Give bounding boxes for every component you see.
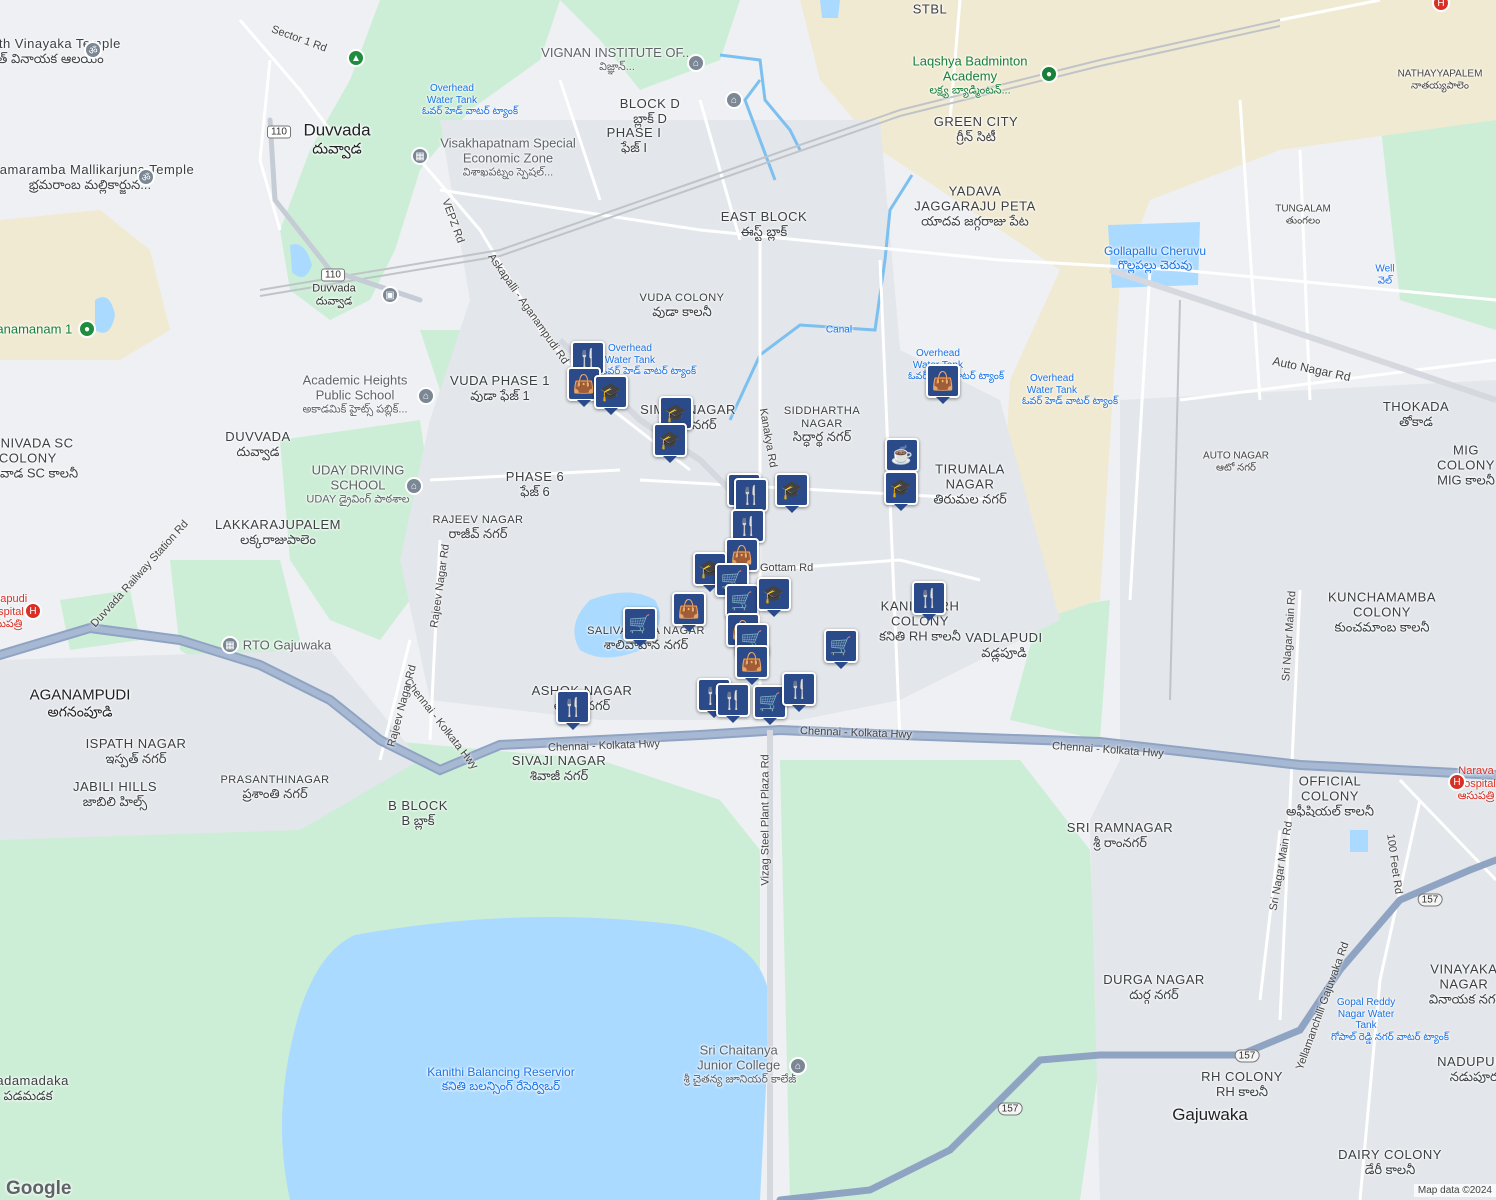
temple-icon[interactable]: ॐ [137,168,155,186]
fork-knife-icon[interactable]: 🍴 [734,478,768,512]
water-tank-label[interactable]: Overhead Water Tankఓవర్ హెడ్ వాటర్ ట్యాం… [1022,373,1118,408]
area-label[interactable]: GREEN CITY గ్రీన్ సిటీ [934,114,1018,145]
area-label[interactable]: ISPATH NAGAR ఇస్పత్ నగర్ [86,736,187,767]
graduation-cap-icon[interactable]: 🎓 [757,577,791,611]
area-label[interactable]: VUDA COLONY వుడా కాలనీ [640,292,725,320]
area-label[interactable]: EAST BLOCK ఈస్ట్ బ్లాక్ [721,209,807,240]
area-label[interactable]: DURGA NAGAR దుర్గ నగర్ [1103,972,1205,1003]
route-shield[interactable]: 110 [267,125,291,139]
station-label[interactable]: Duvvada దువ్వాడ [312,282,355,307]
area-label[interactable]: RH COLONY RH కాలనీ [1201,1069,1283,1100]
area-label[interactable]: NADUPURUనడుపూరు [1437,1054,1496,1085]
road-label[interactable]: Vizag Steel Plant Plaza Rd [760,754,772,885]
tree-icon[interactable]: ▲ [347,49,365,67]
shopping-cart-icon[interactable]: 🛒 [623,607,657,641]
shopping-bag-icon[interactable]: 👜 [735,645,769,679]
shopping-cart-icon[interactable]: 🛒 [824,629,858,663]
google-logo: Google [6,1178,72,1199]
poi-label[interactable]: Visakhapatnam Special Economic Zone విశాఖ… [428,136,588,180]
area-label[interactable]: Bramaramba Mallikarjuna Temple భ్రమరాంబ మ… [0,162,194,193]
poi-label[interactable]: Sri Chaitanya Junior College శ్రీ చైతన్య … [684,1043,797,1087]
area-label[interactable]: TIRUMALA NAGAR తిరుమల నగర్ [925,462,1015,508]
area-label[interactable]: PHASE I ఫేజ్ I [607,125,662,156]
area-label[interactable]: RAJEEV NAGAR రాజీవ్ నగర్ [433,514,524,542]
area-label[interactable]: VADLAPUDI వడ్లపూడి [965,630,1042,661]
school-icon[interactable]: ⌂ [687,54,705,72]
route-shield[interactable]: 157 [997,1102,1023,1116]
poi-label[interactable]: RTO Gajuwaka [243,638,331,654]
area-label[interactable]: MIG COLONY MIG కాలనీ [1437,443,1495,489]
poi-label[interactable]: Academic Heights Public School అకాడమిక్ హ… [290,373,420,417]
area-label[interactable]: SANIVADA SC COLONYసానివాడ SC కాలనీ [0,436,78,482]
graduation-cap-icon[interactable]: 🎓 [775,473,809,507]
route-shield[interactable]: 157 [1234,1049,1260,1063]
park-icon[interactable]: ● [78,320,96,338]
sports-icon[interactable]: ● [1040,65,1058,83]
area-label[interactable]: BLOCK D బ్లాక్ D [620,96,681,127]
area-label[interactable]: AUTO NAGAR ఆటో నగర్ [1203,451,1269,474]
graduation-cap-icon[interactable]: 🎓 [884,471,918,505]
area-label[interactable]: SIDDHARTHA NAGAR సిద్ధార్థ నగర్ [782,405,862,445]
water-tank-label[interactable]: Gopal Reddy Nagar Water Tank గోపాల్ రెడ్డ… [1331,997,1449,1043]
graduation-cap-icon[interactable]: 🎓 [653,423,687,457]
graduation-cap-icon[interactable]: 🎓 [594,375,628,409]
poi-label[interactable]: Laqshya Badminton Academy లక్ష్య బ్యాడ్మి… [900,54,1040,98]
temple-icon[interactable]: ॐ [84,41,102,59]
area-label[interactable]: DUVVADA దువ్వాడ [225,429,290,460]
shopping-bag-icon[interactable]: 👜 [672,592,706,626]
area-label[interactable]: NATHAYYAPALEM నాతయ్యపాలెం [1398,69,1483,92]
train-station-icon[interactable]: ▣ [381,286,399,304]
area-label[interactable]: VUDA PHASE 1 వుడా ఫేజ్ 1 [450,373,550,404]
area-label[interactable]: YADAVA JAGGARAJU PETA యాదవ జగ్గరాజు పేట [910,184,1040,230]
hospital-icon[interactable]: H [24,602,42,620]
canal-label[interactable]: Canal [826,324,852,336]
school-icon[interactable]: ⌂ [725,91,743,109]
poi-label[interactable]: UDAY DRIVING SCHOOL UDAY డ్రైవింగ్ పాఠశాల [298,463,418,507]
area-label[interactable]: KUNCHAMAMBA COLONY కుంచమాంబ కాలనీ [1325,590,1439,636]
area-label[interactable]: SRI RAMNAGAR శ్రీ రాంనగర్ [1067,820,1173,851]
poi-label[interactable]: VIGNAN INSTITUTE OF... విజ్ఞాన్... [541,45,693,74]
map-attribution[interactable]: Map data ©2024 [1413,1184,1496,1197]
area-label[interactable]: Duvvada దువ్వాడ [303,121,370,158]
city-label[interactable]: Gajuwaka [1172,1105,1248,1125]
area-label[interactable]: LAKKARAJUPALEM లక్కరాజుపాలెం [215,517,341,548]
school-icon[interactable]: ⌂ [789,1057,807,1075]
area-label[interactable]: SIVAJI NAGAR శివాజీ నగర్ [512,753,607,784]
area-label[interactable]: STBL [913,2,948,18]
road-label[interactable]: Gottam Rd [760,562,813,574]
route-shield[interactable]: 157 [1417,893,1443,907]
area-label[interactable]: AGANAMPUDI అగనంపూడి [30,686,131,719]
fork-knife-icon[interactable]: 🍴 [782,672,816,706]
area-label[interactable]: B BLOCK B బ్లాక్ [388,798,448,829]
area-label[interactable]: Padamadakaపడమడక [0,1073,69,1104]
school-icon[interactable]: ⌂ [417,387,435,405]
area-label[interactable]: PHASE 6 ఫేజ్ 6 [506,469,564,500]
area-label[interactable]: TUNGALAM తుంగలం [1275,204,1331,227]
lake-label[interactable]: Kanithi Balancing Reservior కనితి బలన్సిం… [427,1065,574,1094]
landmark-icon[interactable]: ▦ [221,636,239,654]
poi-label[interactable]: Kanamanam 1 [0,322,72,338]
landmark-icon[interactable]: ▦ [411,147,429,165]
water-tank-label[interactable]: Overhead Water Tankఓవర్ హెడ్ వాటర్ ట్యాం… [600,343,696,378]
coffee-cup-icon[interactable]: ☕ [885,438,919,472]
fork-knife-icon[interactable]: 🍴 [556,690,590,724]
lake-label[interactable]: Gollapallu Cheruvu గొల్లపల్లు చెరువు [1104,244,1206,273]
school-icon[interactable]: ⌂ [405,477,423,495]
well-label[interactable]: Well వెల్ [1375,264,1394,287]
area-label[interactable]: PRASANTHINAGAR ప్రశాంతి నగర్ [220,774,329,802]
area-label[interactable]: THOKADA తోకాడ [1383,399,1449,430]
area-label[interactable]: Sampath Vinayaka Templeసంపత్ వినాయక ఆలయం [0,36,121,67]
hospital-icon[interactable]: H [1448,773,1466,791]
area-label[interactable]: OFFICIAL COLONY అఫీషియల్ కాలనీ [1285,774,1375,820]
area-label[interactable]: JABILI HILLS జాబిలి హిల్స్ [73,779,157,810]
area-label[interactable]: DAIRY COLONY డేరీ కాలనీ [1338,1147,1442,1178]
shopping-bag-icon[interactable]: 👜 [926,364,960,398]
fork-knife-icon[interactable]: 🍴 [716,683,750,717]
water-tank-label[interactable]: Overhead Water Tankఓవర్ హెడ్ వాటర్ ట్యాం… [422,83,518,118]
route-shield[interactable]: 110 [321,268,345,282]
fork-knife-icon[interactable]: 🍴 [912,581,946,615]
